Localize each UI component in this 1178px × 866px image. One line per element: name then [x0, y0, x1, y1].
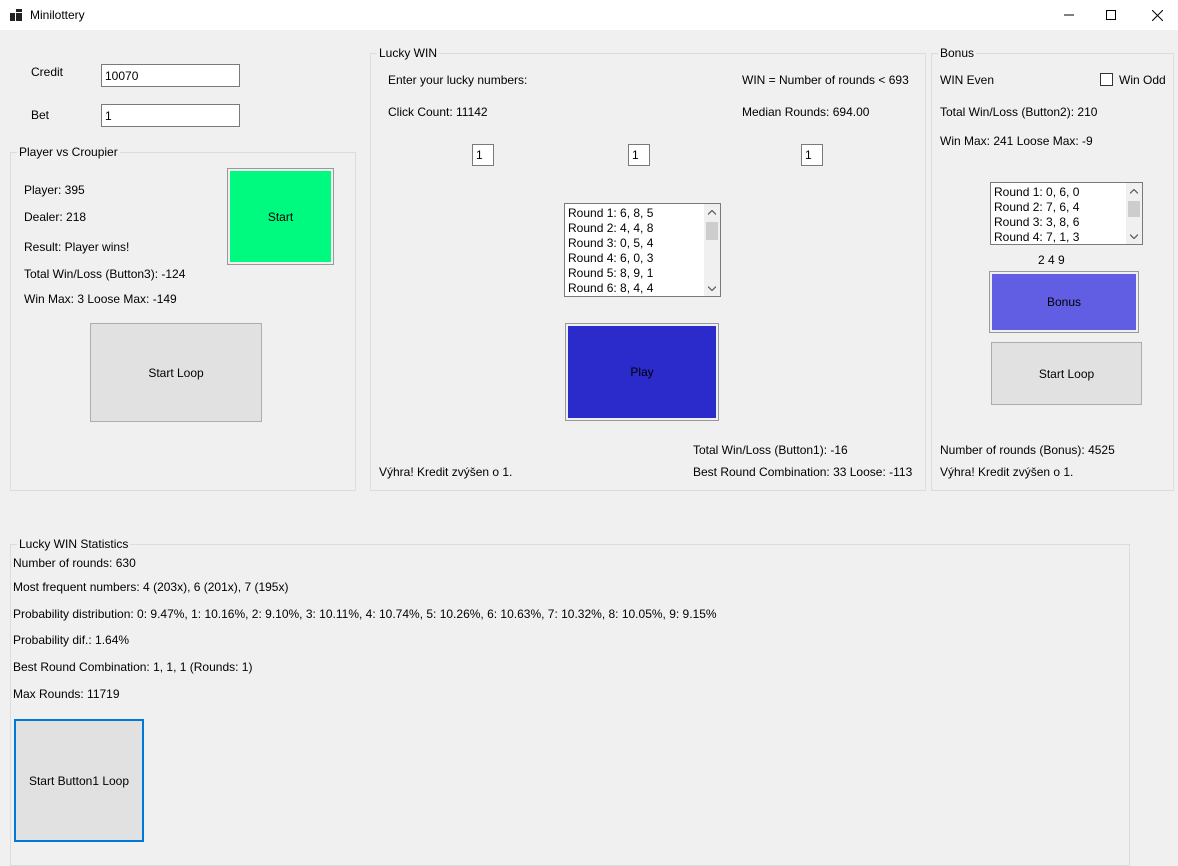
list-item[interactable]: Round 4: 6, 0, 3 — [568, 251, 653, 266]
close-icon — [1151, 9, 1163, 21]
scroll-thumb[interactable] — [1128, 201, 1140, 217]
player-score: Player: 395 — [24, 183, 85, 197]
status-message: Výhra! Kredit zvýšen o 1. — [379, 465, 513, 479]
list-item[interactable]: Round 2: 7, 6, 4 — [994, 200, 1079, 215]
win-even-label: WIN Even — [940, 73, 995, 87]
list-item[interactable]: Round 2: 4, 4, 8 — [568, 221, 653, 236]
win-condition-label: WIN = Number of rounds < 693 — [742, 73, 909, 87]
maximize-button[interactable] — [1088, 0, 1134, 30]
minimize-icon — [1064, 14, 1074, 16]
window-title: Minilottery — [30, 8, 85, 22]
win-odd-checkbox[interactable] — [1100, 73, 1113, 86]
close-button[interactable] — [1134, 0, 1178, 30]
title-bar: Minilottery — [0, 0, 1178, 30]
start-loop-button[interactable]: Start Loop — [90, 323, 262, 422]
scroll-down-icon[interactable] — [704, 280, 720, 296]
credit-label: Credit — [31, 65, 64, 79]
bet-label: Bet — [31, 108, 50, 122]
status-message: Výhra! Kredit zvýšen o 1. — [940, 465, 1074, 479]
stats-number-of-rounds: Number of rounds: 630 — [13, 556, 136, 570]
click-count: Click Count: 11142 — [388, 105, 488, 119]
scroll-thumb[interactable] — [706, 222, 718, 240]
bonus-number-of-rounds: Number of rounds (Bonus): 4525 — [940, 443, 1115, 457]
list-item[interactable]: Round 1: 0, 6, 0 — [994, 185, 1079, 200]
stats-probability-dif: Probability dif.: 1.64% — [13, 633, 130, 647]
group-title: Lucky WIN Statistics — [17, 537, 131, 551]
stats-max-rounds: Max Rounds: 11719 — [13, 687, 120, 701]
credit-input[interactable] — [101, 64, 240, 87]
group-title: Player vs Croupier — [17, 145, 120, 159]
scroll-up-icon[interactable] — [704, 204, 720, 220]
list-item[interactable]: Round 3: 3, 8, 6 — [994, 215, 1079, 230]
list-item[interactable]: Round 6: 8, 4, 4 — [568, 281, 653, 296]
list-item[interactable]: Round 1: 6, 8, 5 — [568, 206, 653, 221]
win-max-loose-max: Win Max: 3 Loose Max: -149 — [24, 292, 177, 306]
enter-numbers-label: Enter your lucky numbers: — [388, 73, 528, 87]
rounds-listbox[interactable]: Round 1: 6, 8, 5 Round 2: 4, 4, 8 Round … — [564, 203, 721, 297]
result-text: Result: Player wins! — [24, 240, 130, 254]
start-button[interactable]: Start — [227, 168, 334, 265]
maximize-icon — [1106, 10, 1116, 20]
play-button[interactable]: Play — [565, 323, 719, 421]
vertical-scrollbar[interactable] — [1126, 183, 1142, 244]
win-odd-label[interactable]: Win Odd — [1119, 73, 1166, 87]
bet-input[interactable] — [101, 104, 240, 127]
bonus-button[interactable]: Bonus — [989, 271, 1139, 333]
vertical-scrollbar[interactable] — [704, 204, 720, 296]
minimize-button[interactable] — [1046, 0, 1092, 30]
bonus-start-loop-button[interactable]: Start Loop — [991, 342, 1142, 405]
bonus-rounds-listbox[interactable]: Round 1: 0, 6, 0 Round 2: 7, 6, 4 Round … — [990, 182, 1143, 245]
scroll-up-icon[interactable] — [1126, 183, 1142, 199]
total-win-loss: Total Win/Loss (Button3): -124 — [24, 267, 186, 281]
group-title: Lucky WIN — [377, 46, 440, 60]
scroll-down-icon[interactable] — [1126, 228, 1142, 244]
bonus-digits: 2 4 9 — [1038, 253, 1065, 267]
stats-most-frequent: Most frequent numbers: 4 (203x), 6 (201x… — [13, 580, 289, 594]
group-title: Bonus — [938, 46, 977, 60]
stats-probability-distribution: Probability distribution: 0: 9.47%, 1: 1… — [13, 607, 717, 621]
total-win-loss: Total Win/Loss (Button2): 210 — [940, 105, 1098, 119]
list-item[interactable]: Round 3: 0, 5, 4 — [568, 236, 653, 251]
lucky-number-input-2[interactable]: 1 — [628, 144, 650, 166]
dealer-score: Dealer: 218 — [24, 210, 87, 224]
list-item[interactable]: Round 5: 8, 9, 1 — [568, 266, 653, 281]
lucky-number-input-1[interactable]: 1 — [472, 144, 494, 166]
start-button1-loop-button[interactable]: Start Button1 Loop — [14, 719, 144, 842]
stats-best-round: Best Round Combination: 1, 1, 1 (Rounds:… — [13, 660, 253, 674]
best-round-combination: Best Round Combination: 33 Loose: -113 — [693, 465, 913, 479]
win-max-loose-max: Win Max: 241 Loose Max: -9 — [940, 134, 1093, 148]
list-item[interactable]: Round 4: 7, 1, 3 — [994, 230, 1079, 244]
lucky-number-input-3[interactable]: 1 — [801, 144, 823, 166]
app-icon — [10, 9, 22, 21]
median-rounds: Median Rounds: 694.00 — [742, 105, 870, 119]
total-win-loss: Total Win/Loss (Button1): -16 — [693, 443, 848, 457]
